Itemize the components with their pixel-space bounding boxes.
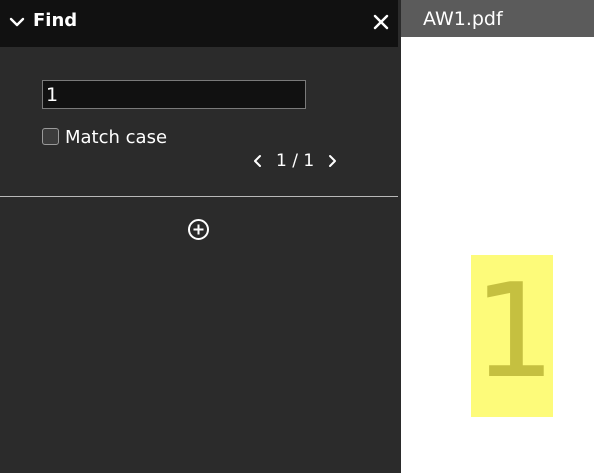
divider	[0, 196, 398, 197]
close-icon[interactable]	[371, 12, 391, 32]
chevron-right-icon[interactable]	[324, 153, 340, 169]
document-page: 1	[401, 37, 594, 473]
document-tab-label: AW1.pdf	[423, 8, 503, 30]
match-case-checkbox[interactable]	[42, 127, 59, 145]
result-count: 1 / 1	[276, 151, 315, 171]
match-case-row: Match case	[42, 125, 167, 151]
app-root: Find Match case 1 / 1	[0, 0, 594, 473]
find-header: Find	[0, 0, 398, 47]
chevron-left-icon[interactable]	[250, 153, 266, 169]
plus-circle-icon[interactable]	[187, 218, 210, 241]
find-panel: Find Match case 1 / 1	[0, 0, 399, 473]
search-input[interactable]	[42, 80, 306, 109]
page-text: 1	[473, 255, 556, 407]
match-case-label: Match case	[65, 127, 168, 148]
find-title: Find	[33, 10, 78, 31]
result-pager: 1 / 1	[250, 150, 340, 172]
chevron-down-icon[interactable]	[9, 14, 25, 30]
document-tab[interactable]: AW1.pdf	[401, 0, 594, 37]
